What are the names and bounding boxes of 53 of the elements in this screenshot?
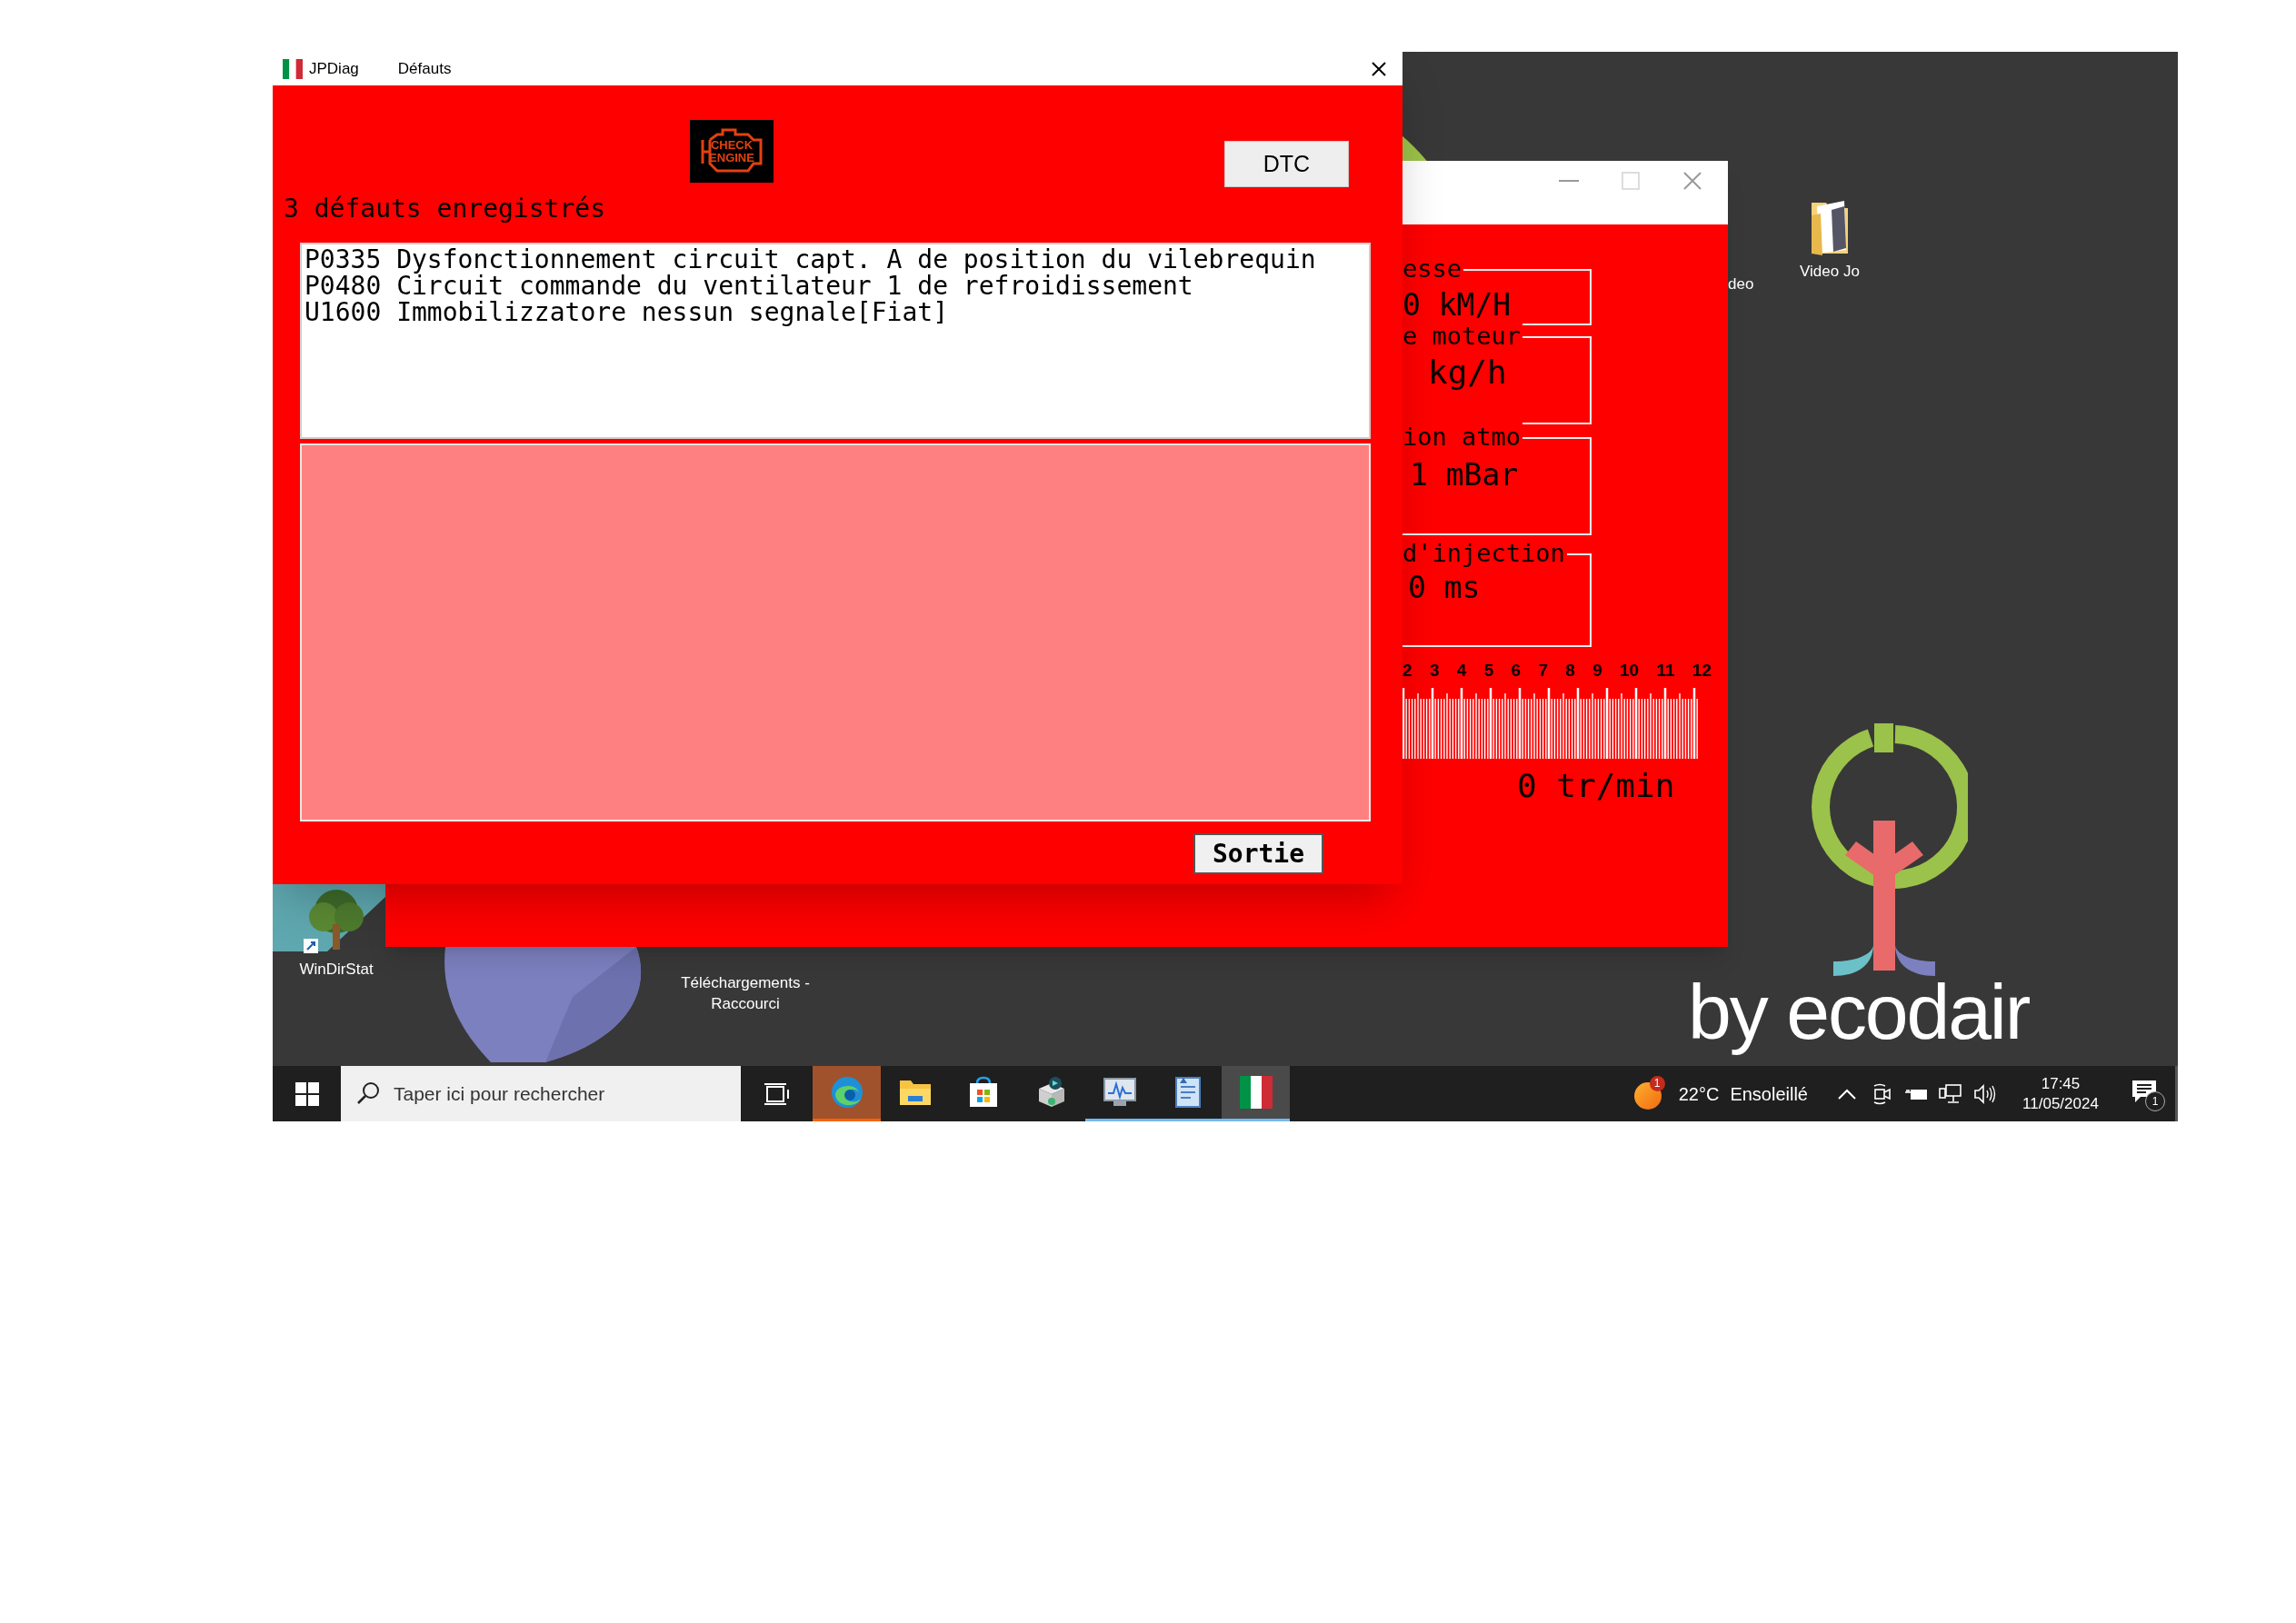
desktop-icon-label[interactable]: Video Jo: [1800, 261, 1860, 282]
exit-button[interactable]: Sortie: [1193, 833, 1323, 874]
scale-tick-label: 6: [1511, 662, 1522, 680]
scale-tick-label: 10: [1620, 662, 1640, 680]
temperature: 22°C: [1678, 1082, 1720, 1106]
italian-flag-icon: [1239, 1076, 1273, 1109]
taskbar-app-button[interactable]: [1222, 1066, 1290, 1121]
clock-time[interactable]: 17:45: [2041, 1073, 2081, 1094]
weather-sun-icon[interactable]: [1632, 1080, 1662, 1110]
task-view-icon[interactable]: [764, 1081, 790, 1106]
clock-date[interactable]: 11/05/2024: [2022, 1093, 2099, 1114]
browser-icon: [829, 1075, 864, 1110]
chevron-up-icon[interactable]: [1837, 1087, 1857, 1100]
scale-tick-label: 4: [1456, 662, 1467, 680]
scale-tick-label: 9: [1592, 662, 1602, 680]
scale-tick-label: 3: [1429, 662, 1440, 680]
close-icon[interactable]: [1370, 59, 1388, 78]
search-icon: [355, 1080, 381, 1106]
gauge-value: 1 mBar: [1409, 456, 1520, 492]
fault-row[interactable]: U1600 Immobilizzatore nessun segnale[Fiat]: [304, 299, 1369, 325]
rpm-reading: 0 tr/min: [1517, 768, 1676, 804]
dtc-button[interactable]: DTC: [1224, 141, 1349, 187]
desktop-icon-label[interactable]: Téléchargements - Raccourci: [673, 972, 818, 1014]
fault-row[interactable]: P0335 Dysfonctionnement circuit capt. A de position du vilebrequin: [304, 246, 1369, 273]
scale-tick-label: 11: [1656, 662, 1675, 680]
app-name: JPDiag: [309, 58, 359, 79]
brand-text: by ecodair: [1688, 967, 2030, 1057]
italian-flag-icon: [283, 58, 303, 79]
windows-start-icon[interactable]: [294, 1080, 320, 1107]
gauge-value: kg/h: [1427, 353, 1508, 389]
scale-tick-label: 5: [1483, 662, 1494, 680]
network-icon[interactable]: [1939, 1082, 1962, 1105]
weather-condition: Ensoleillé: [1730, 1082, 1808, 1106]
scale-tick-label: 2: [1403, 662, 1413, 680]
gauge-value: 0 kM/H: [1403, 286, 1512, 322]
scale-tick-label: 7: [1538, 662, 1548, 680]
document-icon: [1173, 1076, 1202, 1109]
folder-icon: [898, 1078, 932, 1107]
search-field[interactable]: Taper ici pour rechercher: [341, 1066, 741, 1121]
volume-icon[interactable]: [1973, 1082, 1997, 1105]
notification-badge: 1: [1649, 1075, 1665, 1091]
window-title: Défauts: [397, 58, 452, 79]
monitor-icon: [1102, 1077, 1137, 1108]
desktop-icon-label[interactable]: deo: [1728, 274, 1754, 294]
store-bag-icon: [967, 1076, 999, 1109]
fault-row[interactable]: P0480 Circuit commande du ventilateur 1 de refroidissement: [304, 273, 1369, 299]
scale-tick-label: 12: [1692, 662, 1712, 680]
warning-light-label: CHECK ENGINE: [709, 138, 754, 164]
desktop-icon-label[interactable]: WinDirStat: [299, 959, 374, 980]
camera-icon[interactable]: [1872, 1081, 1892, 1106]
scale-tick-label: 8: [1565, 662, 1575, 680]
notification-count: 1: [2145, 1090, 2165, 1111]
fault-count: 3 défauts enregistrés: [284, 194, 606, 224]
